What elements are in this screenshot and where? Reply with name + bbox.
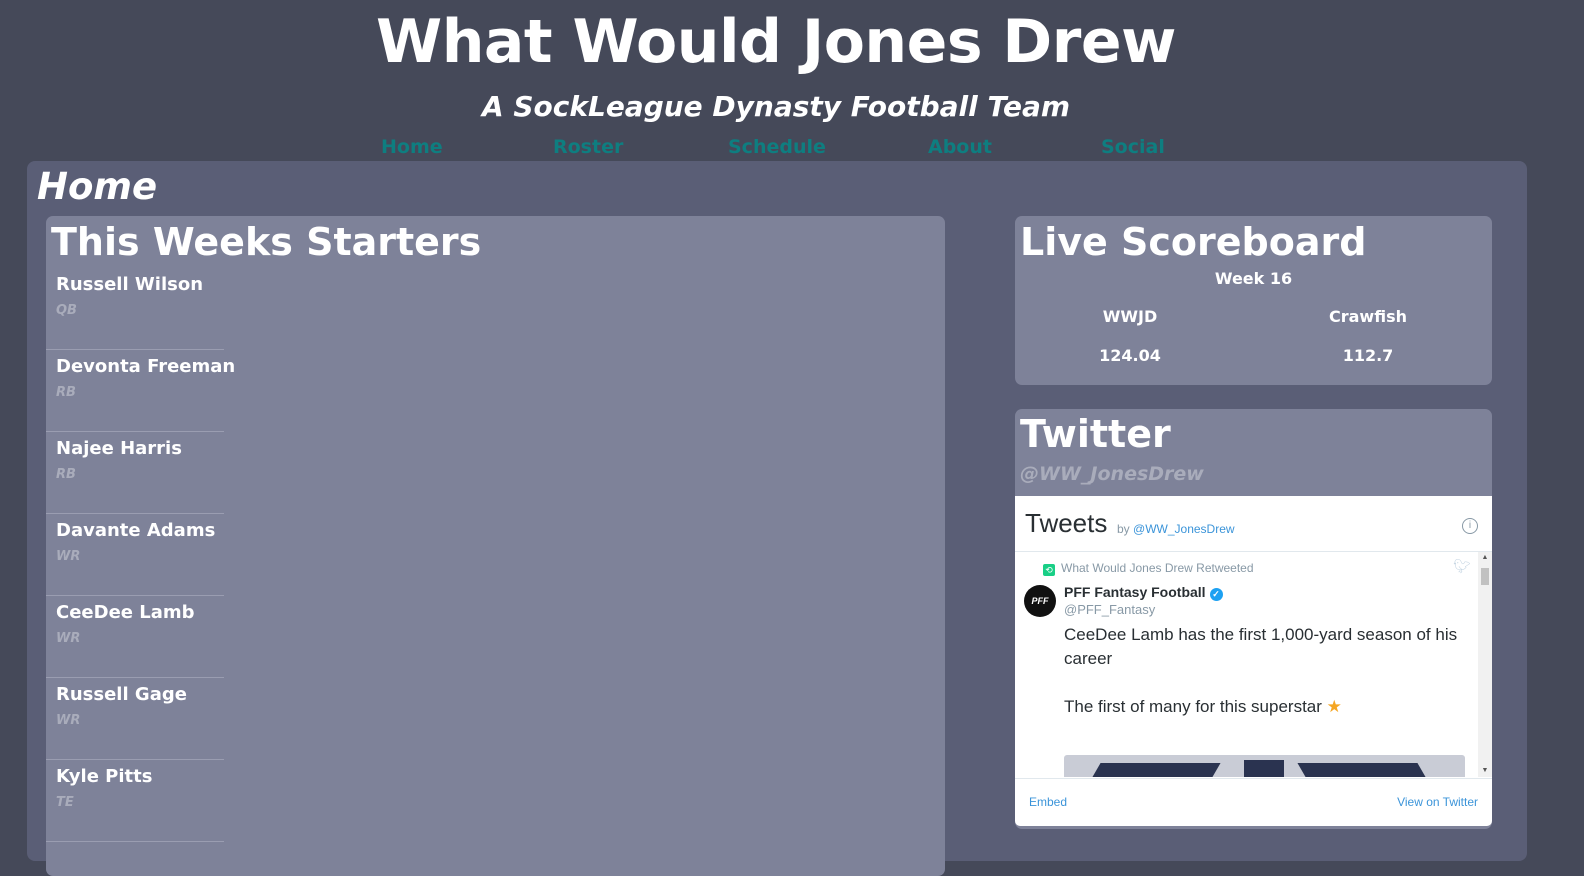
score-week: Week 16 <box>1214 269 1293 288</box>
tweet-widget: Tweets by @WW_JonesDrew i ⟲ What Would Jo… <box>1015 496 1492 826</box>
away-team-name: Crawfish <box>1329 307 1407 326</box>
verified-icon: ✓ <box>1209 588 1223 601</box>
twitter-title: Twitter <box>1020 412 1171 456</box>
player-position: TE <box>56 795 74 810</box>
tweet-line-1: CeeDee Lamb has the first 1,000-yard sea… <box>1064 625 1458 668</box>
tweet-author[interactable]: PFF Fantasy Football ✓ <box>1064 584 1223 601</box>
nav-schedule[interactable]: Schedule <box>728 134 826 160</box>
embed-link[interactable]: Embed <box>1029 795 1067 809</box>
player-position: WR <box>56 713 81 728</box>
avatar[interactable]: PFF <box>1024 585 1056 617</box>
player-item: Kyle Pitts TE <box>46 760 224 842</box>
view-on-twitter-link[interactable]: View on Twitter <box>1397 795 1478 809</box>
tweet-author-name: PFF Fantasy Football <box>1064 584 1206 600</box>
media-shape <box>1077 763 1221 777</box>
tweet-author-handle[interactable]: @PFF_Fantasy <box>1064 602 1155 617</box>
nav-home[interactable]: Home <box>381 134 443 160</box>
player-name: Davante Adams <box>56 520 216 541</box>
retweet-icon: ⟲ <box>1043 564 1055 576</box>
scrollbar-thumb[interactable] <box>1481 568 1489 585</box>
nav-roster[interactable]: Roster <box>553 134 623 160</box>
twitter-card: Twitter @WW_JonesDrew Tweets by @WW_Jone… <box>1015 409 1492 829</box>
scroll-up-icon[interactable]: ▲ <box>1478 552 1492 564</box>
site-title: What Would Jones Drew <box>376 7 1176 77</box>
tweet-line-2-text: The first of many for this superstar <box>1064 697 1322 716</box>
media-shape <box>1244 760 1284 777</box>
player-position: RB <box>56 385 76 400</box>
player-item: Russell Gage WR <box>46 678 224 760</box>
tweet-widget-by-label: by <box>1117 522 1130 536</box>
starters-title: This Weeks Starters <box>51 220 482 264</box>
main-panel: Home This Weeks Starters Russell Wilson … <box>27 161 1527 876</box>
player-position: WR <box>56 549 81 564</box>
tweet-text: CeeDee Lamb has the first 1,000-yard sea… <box>1064 623 1464 743</box>
player-name: Russell Wilson <box>56 274 204 295</box>
main-nav: Home Roster Schedule About Social <box>0 134 1584 160</box>
player-item: Davante Adams WR <box>46 514 224 596</box>
page-title: Home <box>37 165 158 208</box>
player-position: RB <box>56 467 76 482</box>
away-team-score: 112.7 <box>1342 346 1394 365</box>
twitter-handle: @WW_JonesDrew <box>1020 463 1204 485</box>
starters-card: This Weeks Starters Russell Wilson QB De… <box>46 216 945 876</box>
nav-social[interactable]: Social <box>1101 134 1165 160</box>
home-team-score: 124.04 <box>1099 346 1161 365</box>
tweet-feed[interactable]: ⟲ What Would Jones Drew Retweeted 🐦︎ PFF … <box>1015 552 1477 777</box>
tweet-widget-header: Tweets by @WW_JonesDrew i <box>1015 496 1492 552</box>
nav-about[interactable]: About <box>928 134 992 160</box>
media-shape <box>1297 763 1441 777</box>
tweet-widget-by-handle[interactable]: @WW_JonesDrew <box>1133 522 1235 536</box>
tweet-line-2: The first of many for this superstar ★ <box>1064 695 1464 719</box>
site-subtitle: A SockLeague Dynasty Football Team <box>481 90 1071 123</box>
player-name: Najee Harris <box>56 438 182 459</box>
scoreboard-title: Live Scoreboard <box>1020 220 1367 264</box>
tweet-widget-title: Tweets <box>1025 508 1108 538</box>
player-item: Devonta Freeman RB <box>46 350 235 432</box>
player-name: Devonta Freeman <box>56 356 236 377</box>
retweet-text: What Would Jones Drew Retweeted <box>1061 561 1254 575</box>
player-position: WR <box>56 631 81 646</box>
tweet-widget-footer: Embed View on Twitter <box>1015 778 1492 827</box>
tweet-widget-by: by @WW_JonesDrew <box>1117 522 1235 536</box>
tweet-media[interactable] <box>1064 755 1465 777</box>
info-icon[interactable]: i <box>1462 518 1478 534</box>
player-list: Russell Wilson QB Devonta Freeman RB Naj… <box>46 268 235 842</box>
retweet-indicator: ⟲ What Would Jones Drew Retweeted <box>1043 561 1254 576</box>
site-header: What Would Jones Drew A SockLeague Dynas… <box>0 0 1584 165</box>
player-item: Najee Harris RB <box>46 432 224 514</box>
tweet-feed-scrollbar[interactable]: ▲ ▼ <box>1478 552 1492 777</box>
player-item: Russell Wilson QB <box>46 268 224 350</box>
player-position: QB <box>56 303 77 318</box>
star-icon: ★ <box>1326 697 1342 716</box>
twitter-bird-icon[interactable]: 🐦︎ <box>1453 558 1471 575</box>
player-name: Russell Gage <box>56 684 187 705</box>
home-team-name: WWJD <box>1102 307 1158 326</box>
player-name: Kyle Pitts <box>56 766 153 787</box>
player-name: CeeDee Lamb <box>56 602 195 623</box>
player-item: CeeDee Lamb WR <box>46 596 224 678</box>
scroll-down-icon[interactable]: ▼ <box>1478 765 1492 777</box>
scoreboard-card: Live Scoreboard Week 16 WWJD Crawfish 12… <box>1015 216 1492 385</box>
